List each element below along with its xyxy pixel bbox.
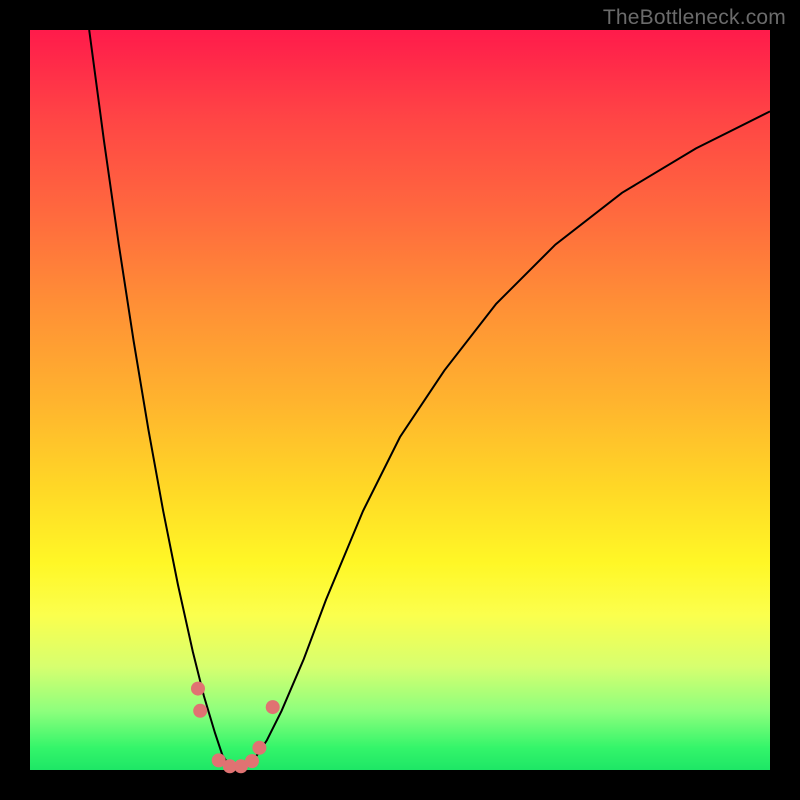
curve-left: [89, 30, 237, 770]
marker-dot: [252, 741, 266, 755]
watermark-text: TheBottleneck.com: [603, 6, 786, 30]
plot-area: [30, 30, 770, 770]
marker-dot: [191, 682, 205, 696]
marker-dot: [193, 704, 207, 718]
chart-svg: [30, 30, 770, 770]
marker-dot: [266, 700, 280, 714]
curve-right: [237, 111, 770, 770]
marker-dot: [245, 754, 259, 768]
